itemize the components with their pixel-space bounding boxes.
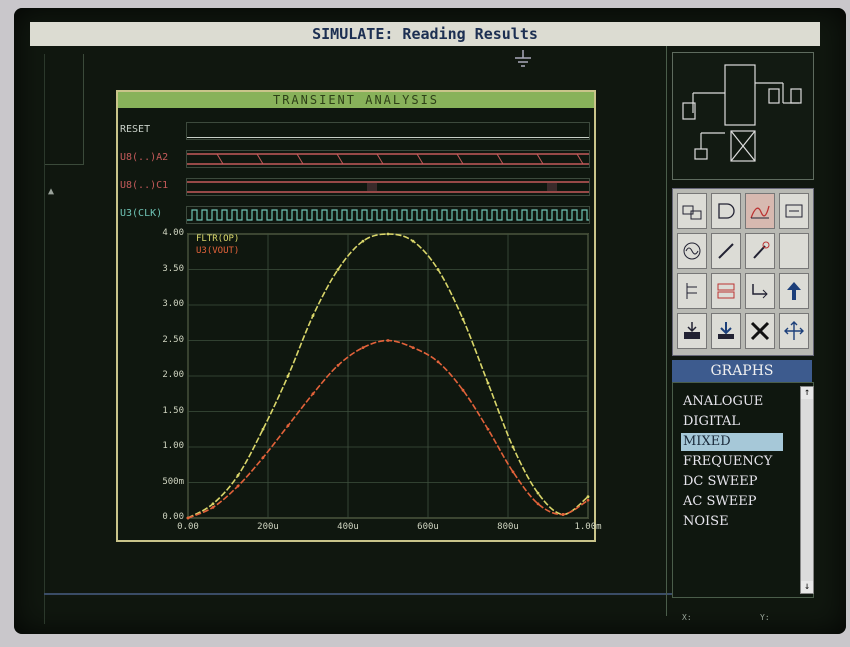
pin-list-icon[interactable] — [677, 273, 707, 309]
data-point — [286, 424, 290, 428]
ground-icon — [515, 50, 531, 67]
graphs-scrollbar[interactable]: ↑ ↓ — [800, 386, 814, 594]
main-area-border — [44, 54, 45, 624]
terminals-icon[interactable] — [711, 273, 741, 309]
left-marker-icon: ▲ — [48, 186, 55, 197]
scroll-down-arrow-icon[interactable]: ↓ — [801, 581, 813, 593]
data-point — [311, 314, 315, 318]
cursor-y-readout: Y: — [760, 613, 770, 622]
scroll-up-arrow-icon[interactable]: ↑ — [801, 387, 813, 399]
legend-label-fltr: FLTR(OP) — [196, 234, 240, 244]
graph-type-ac-sweep[interactable]: AC SWEEP — [683, 493, 756, 511]
data-point — [461, 388, 465, 392]
data-point — [536, 491, 540, 495]
graph-icon[interactable] — [745, 193, 775, 229]
data-point — [236, 484, 240, 488]
delete-x-icon[interactable] — [745, 313, 775, 349]
x-tick-label: 400u — [337, 522, 359, 532]
transient-graph-window[interactable]: TRANSIENT ANALYSIS RESET U8(..)A2 U8(..)… — [116, 90, 602, 542]
y-tick-label: 3.50 — [162, 263, 184, 274]
import-icon[interactable] — [677, 313, 707, 349]
x-tick-label: 600u — [417, 522, 439, 532]
data-point — [186, 516, 190, 520]
digital-component-icon[interactable] — [677, 193, 707, 229]
data-point — [561, 513, 565, 516]
data-point — [236, 474, 240, 477]
graph-type-analogue[interactable]: ANALOGUE — [683, 393, 763, 411]
schematic-preview — [682, 64, 802, 162]
data-point — [336, 363, 340, 367]
data-point — [486, 381, 490, 385]
voltage-probe-icon[interactable] — [745, 233, 775, 269]
legend-label-u3vout: U3(VOUT) — [196, 246, 240, 256]
left-panel-tab — [44, 54, 84, 165]
window-title: SIMULATE: Reading Results — [312, 25, 538, 43]
schematic-overview[interactable] — [672, 52, 814, 180]
x-tick-label: 0.00 — [177, 522, 199, 532]
cursor-x-readout: X: — [682, 613, 692, 622]
legend-fltr: FLTR(OP) — [196, 234, 239, 244]
graph-type-frequency[interactable]: FREQUENCY — [683, 453, 772, 471]
data-point — [411, 239, 415, 243]
and-gate-icon[interactable] — [711, 193, 741, 229]
horizontal-scrollbar[interactable] — [44, 593, 684, 595]
data-point — [461, 317, 465, 321]
data-point — [311, 392, 315, 396]
y-tick-label: 1.00 — [162, 441, 184, 451]
data-point — [436, 360, 440, 364]
tool-palette — [672, 188, 814, 356]
probe-pen-icon[interactable] — [711, 233, 741, 269]
y-tick-label: 500m — [162, 476, 184, 487]
wire-route-icon[interactable] — [745, 273, 775, 309]
data-point — [286, 374, 290, 378]
y-tick-label: 1.50 — [162, 405, 184, 416]
graphs-panel-header: GRAPHS — [672, 360, 812, 382]
data-point — [336, 268, 340, 271]
arrow-up-icon[interactable] — [779, 273, 809, 309]
y-tick-label: 2.00 — [162, 370, 184, 380]
data-point — [361, 239, 365, 243]
data-point — [511, 445, 515, 449]
data-point — [261, 456, 265, 460]
analog-plot[interactable] — [118, 92, 594, 540]
data-point — [486, 427, 490, 431]
x-tick-label: 800u — [497, 522, 519, 532]
data-point — [511, 470, 515, 474]
x-tick-label: 1.00m — [574, 522, 602, 532]
resize-arrows-icon[interactable] — [779, 313, 809, 349]
sine-generator-icon[interactable] — [677, 233, 707, 269]
empty-tool-icon[interactable] — [779, 233, 809, 269]
data-point — [211, 502, 215, 506]
y-tick-label: 4.00 — [162, 228, 184, 238]
data-point — [386, 339, 390, 342]
download-icon[interactable] — [711, 313, 741, 349]
y-tick-label: 2.50 — [162, 334, 184, 345]
graph-type-mixed[interactable]: MIXED — [681, 433, 783, 451]
y-tick-label: 3.00 — [162, 299, 184, 309]
graph-type-digital[interactable]: DIGITAL — [683, 413, 740, 431]
graph-type-noise[interactable]: NOISE — [683, 513, 729, 531]
data-point — [586, 495, 590, 499]
data-point — [536, 502, 540, 506]
graph-type-dc-sweep[interactable]: DC SWEEP — [683, 473, 758, 491]
data-point — [211, 505, 215, 509]
x-tick-label: 200u — [257, 522, 279, 532]
data-point — [436, 268, 440, 271]
y-tick-label: 0.00 — [162, 512, 184, 522]
data-point — [586, 498, 590, 502]
window-title-bar: SIMULATE: Reading Results — [30, 22, 820, 46]
data-point — [386, 232, 390, 236]
file-icon[interactable] — [779, 193, 809, 229]
data-point — [261, 427, 265, 431]
data-point — [411, 346, 415, 349]
graphs-list: ANALOGUE DIGITAL MIXED FREQUENCY DC SWEE… — [672, 382, 814, 598]
legend-u3vout: U3(VOUT) — [196, 246, 239, 256]
series-line-1 — [187, 339, 589, 519]
data-point — [361, 346, 365, 349]
